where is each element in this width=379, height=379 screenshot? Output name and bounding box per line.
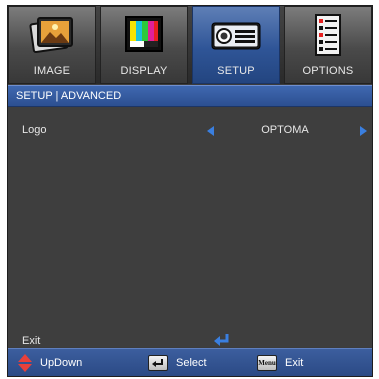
breadcrumb: SETUP | ADVANCED bbox=[8, 85, 372, 107]
tab-options[interactable]: OPTIONS bbox=[284, 6, 372, 84]
footer-exit-label: Exit bbox=[285, 357, 304, 369]
arrow-left-icon[interactable] bbox=[207, 126, 214, 136]
logo-label: Logo bbox=[22, 124, 47, 136]
enter-key-icon bbox=[148, 355, 168, 371]
projector-icon bbox=[208, 13, 264, 62]
arrow-right-icon[interactable] bbox=[360, 126, 367, 136]
exit-label: Exit bbox=[22, 335, 41, 347]
menu-key-text: Menu bbox=[258, 359, 276, 367]
image-landscape-icon bbox=[29, 13, 75, 62]
select-label: Select bbox=[176, 357, 207, 369]
footer-help-bar: UpDown Select Menu Exit bbox=[8, 348, 372, 376]
osd-menu-window: IMAGE DISPLAY SETUP OPTIONS SETUP | ADVA… bbox=[7, 5, 373, 377]
logo-value: OPTOMA bbox=[261, 124, 309, 136]
tab-display-label: DISPLAY bbox=[120, 65, 168, 77]
tab-setup-label: SETUP bbox=[217, 65, 255, 77]
tab-image-label: IMAGE bbox=[33, 65, 71, 77]
tab-setup[interactable]: SETUP bbox=[192, 6, 280, 84]
updown-icon bbox=[18, 354, 32, 376]
updown-label: UpDown bbox=[40, 357, 83, 369]
menu-key-icon: Menu bbox=[257, 355, 277, 371]
menu-row-logo[interactable]: Logo OPTOMA bbox=[8, 119, 372, 141]
options-list-icon bbox=[310, 13, 346, 64]
display-color-bars-icon bbox=[122, 13, 166, 62]
tab-display[interactable]: DISPLAY bbox=[100, 6, 188, 84]
menu-tab-bar: IMAGE DISPLAY SETUP OPTIONS bbox=[8, 6, 372, 84]
tab-image[interactable]: IMAGE bbox=[8, 6, 96, 84]
menu-content: Logo OPTOMA Exit bbox=[8, 107, 372, 347]
tab-options-label: OPTIONS bbox=[302, 65, 354, 77]
